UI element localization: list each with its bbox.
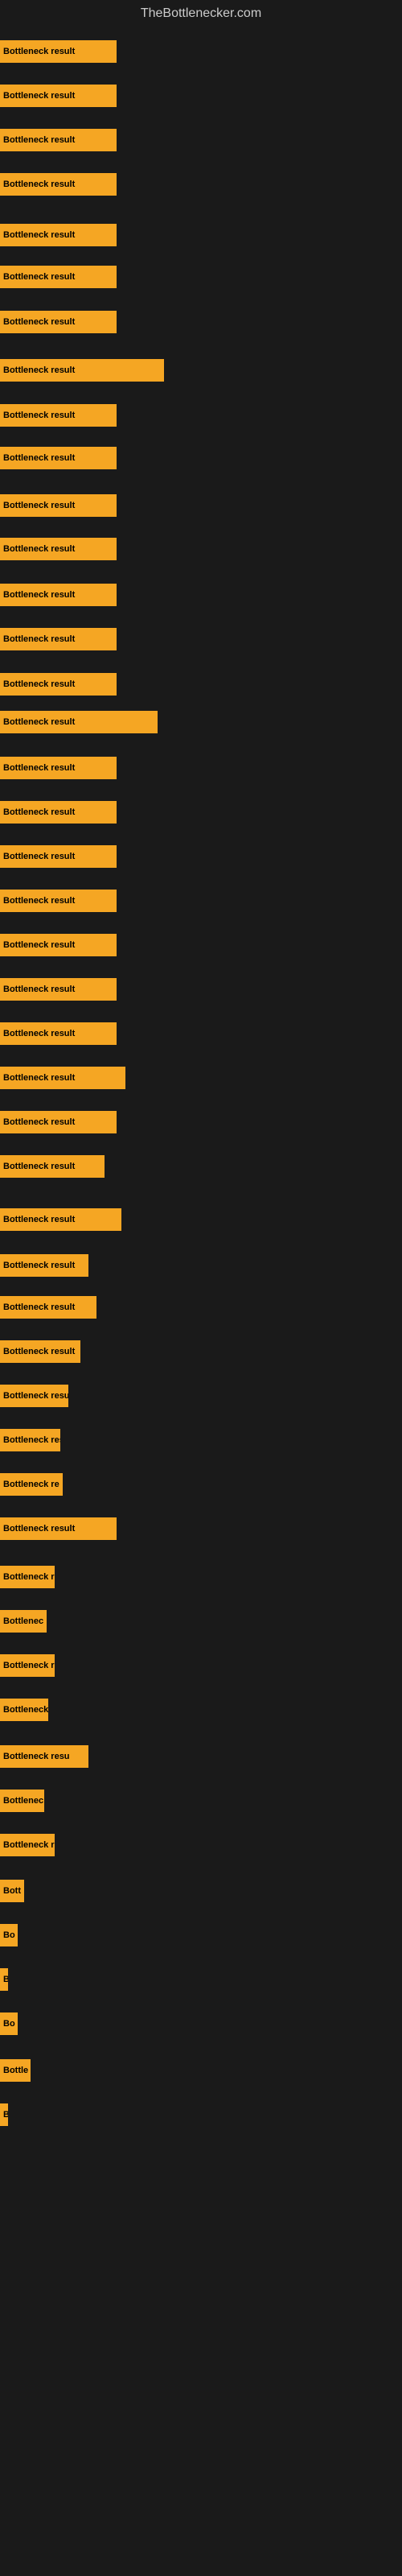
bottleneck-bar: Bottleneck b xyxy=(0,1699,48,1721)
bottleneck-bar: Bottleneck result xyxy=(0,934,117,956)
bottleneck-bar: Bottleneck result xyxy=(0,673,117,696)
bottleneck-bar: Bottleneck result xyxy=(0,757,117,779)
bottleneck-bar: Bottleneck result xyxy=(0,584,117,606)
bottleneck-bar: Bottleneck result xyxy=(0,173,117,196)
bottleneck-bar: Bottleneck result xyxy=(0,359,164,382)
bottleneck-bar: Bottleneck result xyxy=(0,1517,117,1540)
bottleneck-bar: Bottleneck result xyxy=(0,129,117,151)
bottleneck-bar: Bottleneck result xyxy=(0,224,117,246)
bottleneck-bar: Bottlenec xyxy=(0,1610,47,1633)
bottleneck-bar: Bott xyxy=(0,1880,24,1902)
bottleneck-bar: Bottleneck result xyxy=(0,711,158,733)
bottleneck-bar: Bottle xyxy=(0,2059,31,2082)
bottleneck-bar: Bottleneck result xyxy=(0,1155,105,1178)
bottleneck-bar: Bottleneck r xyxy=(0,1834,55,1856)
chart-area: Bottleneck result Bottleneck result Bottle… xyxy=(0,24,402,2560)
bottleneck-bar: Bottleneck resu xyxy=(0,1745,88,1768)
bottleneck-bar: Bottleneck result xyxy=(0,1340,80,1363)
bottleneck-bar: Bottleneck result xyxy=(0,890,117,912)
bottleneck-bar: Bottlenec xyxy=(0,1790,44,1812)
bottleneck-bar: Bo xyxy=(0,2013,18,2035)
bottleneck-bar: Bottleneck result xyxy=(0,1111,117,1133)
bottleneck-bar: B xyxy=(0,2103,8,2126)
bottleneck-bar: Bottleneck result xyxy=(0,801,117,824)
bottleneck-bar: Bottleneck result xyxy=(0,266,117,288)
bottleneck-bar: Bottleneck result xyxy=(0,1022,117,1045)
bottleneck-bar: Bottleneck result xyxy=(0,845,117,868)
bottleneck-bar: Bottleneck result xyxy=(0,85,117,107)
bottleneck-bar: Bottleneck re xyxy=(0,1473,63,1496)
site-header: TheBottlenecker.com xyxy=(0,0,402,24)
site-title: TheBottlenecker.com xyxy=(0,0,402,24)
bottleneck-bar: Bottleneck result xyxy=(0,1208,121,1231)
bottleneck-bar: Bo xyxy=(0,1924,18,1946)
bottleneck-bar: Bottleneck result xyxy=(0,538,117,560)
bottleneck-bar: Bottleneck result xyxy=(0,1067,125,1089)
bottleneck-bar: Bottleneck r xyxy=(0,1654,55,1677)
bottleneck-bar: Bottleneck result xyxy=(0,1296,96,1319)
bottleneck-bar: Bottleneck result xyxy=(0,1254,88,1277)
bottleneck-bar: Bottleneck result xyxy=(0,404,117,427)
bottleneck-bar: Bottleneck result xyxy=(0,447,117,469)
bottleneck-bar: Bottleneck result xyxy=(0,40,117,63)
bottleneck-bar: Bottleneck result xyxy=(0,978,117,1001)
bottleneck-bar: Bottleneck result xyxy=(0,1385,68,1407)
bottleneck-bar: Bottleneck r xyxy=(0,1566,55,1588)
bottleneck-bar: Bottleneck result xyxy=(0,1429,60,1451)
bottleneck-bar: Bottleneck result xyxy=(0,494,117,517)
bottleneck-bar: Bottleneck result xyxy=(0,311,117,333)
bottleneck-bar: B xyxy=(0,1968,8,1991)
bottleneck-bar: Bottleneck result xyxy=(0,628,117,650)
